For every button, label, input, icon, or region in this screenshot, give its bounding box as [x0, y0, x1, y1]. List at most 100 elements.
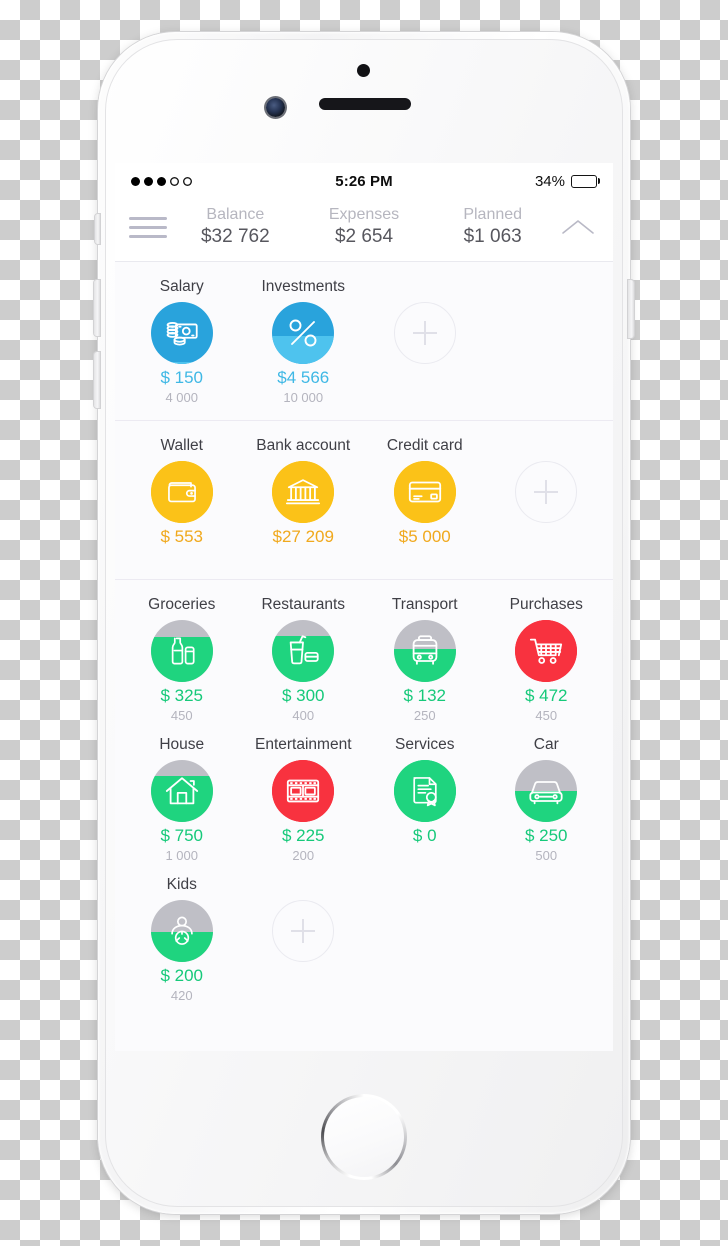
- tile-progress-circle[interactable]: [515, 620, 578, 682]
- tile-budget: [245, 548, 363, 565]
- tile-car[interactable]: Car $ 250 500: [486, 728, 608, 868]
- tile-progress-circle[interactable]: [150, 620, 213, 682]
- drink-cup-icon: [272, 620, 334, 682]
- tile-label: House: [159, 736, 205, 753]
- tile-budget: [488, 548, 606, 565]
- add-income-button[interactable]: [364, 270, 486, 410]
- plus-icon[interactable]: [272, 900, 335, 962]
- tile-services[interactable]: Services $ 0: [364, 728, 486, 868]
- tile-amount: $ 750: [160, 826, 204, 845]
- tile-label: Wallet: [160, 437, 204, 454]
- battery-icon: [571, 174, 600, 188]
- summary-expenses-label: Expenses: [328, 206, 400, 223]
- tile-amount: $ 150: [160, 368, 204, 387]
- power-button[interactable]: [628, 280, 634, 338]
- volume-up-button[interactable]: [94, 280, 100, 336]
- tile-label: Transport: [391, 596, 458, 613]
- tile-progress-circle[interactable]: [150, 461, 213, 523]
- tile-budget: 200: [292, 848, 315, 863]
- status-bar-right: 34%: [535, 173, 600, 190]
- tile-label: Car: [533, 736, 559, 753]
- tile-amount: $27 209: [272, 527, 334, 546]
- tile-progress-circle[interactable]: [272, 461, 335, 523]
- tile-salary[interactable]: Salary $ 150 4 000: [121, 270, 243, 410]
- tile-house[interactable]: House $ 750 1 000: [121, 728, 243, 868]
- car-icon: [515, 760, 577, 822]
- tile-budget: 450: [170, 708, 193, 723]
- tile-progress-circle[interactable]: [515, 760, 578, 822]
- tile-transport[interactable]: Transport $ 132 250: [364, 588, 486, 728]
- home-button[interactable]: [321, 1094, 407, 1180]
- hamburger-menu-icon[interactable]: [129, 216, 171, 238]
- summary-balance[interactable]: Balance $32 762: [171, 205, 300, 249]
- summary-planned-label: Planned: [463, 206, 523, 223]
- tile-wallet[interactable]: Wallet $ 553: [121, 429, 243, 569]
- tile-amount: [488, 526, 606, 548]
- tile-label: Credit card: [386, 437, 463, 454]
- tile-budget: [245, 987, 363, 1004]
- tile-bank-account[interactable]: Bank account $27 209: [243, 429, 365, 569]
- tile-groceries[interactable]: Groceries $ 325 450: [121, 588, 243, 728]
- tile-label: Investments: [261, 278, 346, 295]
- house-icon: [151, 760, 213, 822]
- income-tile-grid: Salary $ 150 4 000 Investments $4 566 10…: [115, 270, 613, 410]
- tile-label: [245, 874, 363, 896]
- tile-amount: [366, 367, 484, 389]
- tile-label: Restaurants: [261, 596, 346, 613]
- bus-icon: [394, 620, 456, 682]
- tile-progress-circle[interactable]: [272, 620, 335, 682]
- tile-restaurants[interactable]: Restaurants $ 300 400: [243, 588, 365, 728]
- tile-amount: $ 325: [160, 686, 204, 705]
- tile-progress-circle[interactable]: [150, 760, 213, 822]
- bottle-drink-icon: [151, 620, 213, 682]
- tile-credit-card[interactable]: Credit card $5 000: [364, 429, 486, 569]
- cash-money-icon: [151, 302, 213, 364]
- tile-amount: $ 250: [524, 826, 568, 845]
- percent-icon: [272, 302, 334, 364]
- tile-label: Bank account: [256, 437, 351, 454]
- tile-amount: $ 300: [281, 686, 325, 705]
- section-income: Salary $ 150 4 000 Investments $4 566 10…: [115, 262, 613, 421]
- tile-progress-circle[interactable]: [393, 461, 456, 523]
- tile-label: Kids: [166, 876, 197, 893]
- tile-budget: 250: [413, 708, 436, 723]
- plus-icon[interactable]: [393, 302, 456, 364]
- tile-investments[interactable]: Investments $4 566 10 000: [243, 270, 365, 410]
- summary-balance-label: Balance: [206, 206, 265, 223]
- tile-progress-circle[interactable]: [393, 620, 456, 682]
- plus-icon[interactable]: [515, 461, 578, 523]
- earpiece-speaker: [319, 98, 411, 110]
- volume-down-button[interactable]: [94, 352, 100, 408]
- add-expense-button[interactable]: [243, 868, 365, 1008]
- summary-planned[interactable]: Planned $1 063: [428, 205, 557, 249]
- film-strip-icon: [272, 760, 334, 822]
- front-camera-icon: [266, 98, 285, 117]
- tile-label: Entertainment: [255, 736, 352, 753]
- summary-planned-value: $1 063: [463, 226, 522, 247]
- tile-budget: [123, 548, 241, 565]
- tile-kids[interactable]: Kids $ 200 420: [121, 868, 243, 1008]
- tile-progress-circle[interactable]: [272, 302, 335, 364]
- tile-progress-circle[interactable]: [150, 302, 213, 364]
- certificate-icon: [394, 760, 456, 822]
- tile-amount: [245, 965, 363, 987]
- tile-progress-circle[interactable]: [393, 760, 456, 822]
- summary-expenses[interactable]: Expenses $2 654: [300, 205, 429, 249]
- tile-label: Salary: [159, 278, 204, 295]
- chevron-up-icon[interactable]: [557, 217, 599, 237]
- status-bar: 5:26 PM 34%: [115, 163, 613, 199]
- tile-amount: $ 132: [403, 686, 447, 705]
- tile-purchases[interactable]: Purchases $ 472 450: [486, 588, 608, 728]
- tile-entertainment[interactable]: Entertainment $ 225 200: [243, 728, 365, 868]
- accounts-tile-grid: Wallet $ 553 Bank account $27 209 Credit…: [115, 429, 613, 569]
- silent-switch[interactable]: [95, 214, 100, 244]
- tile-label: [366, 276, 484, 298]
- tile-progress-circle[interactable]: [272, 760, 335, 822]
- add-account-button[interactable]: [486, 429, 608, 569]
- tile-budget: 500: [535, 848, 558, 863]
- tile-progress-circle[interactable]: [150, 900, 213, 962]
- shopping-cart-icon: [515, 620, 577, 682]
- baby-icon: [151, 900, 213, 962]
- tile-budget: 420: [170, 988, 193, 1003]
- phone-device: 5:26 PM 34% Balance $32 762 Expenses $2 …: [94, 32, 634, 1214]
